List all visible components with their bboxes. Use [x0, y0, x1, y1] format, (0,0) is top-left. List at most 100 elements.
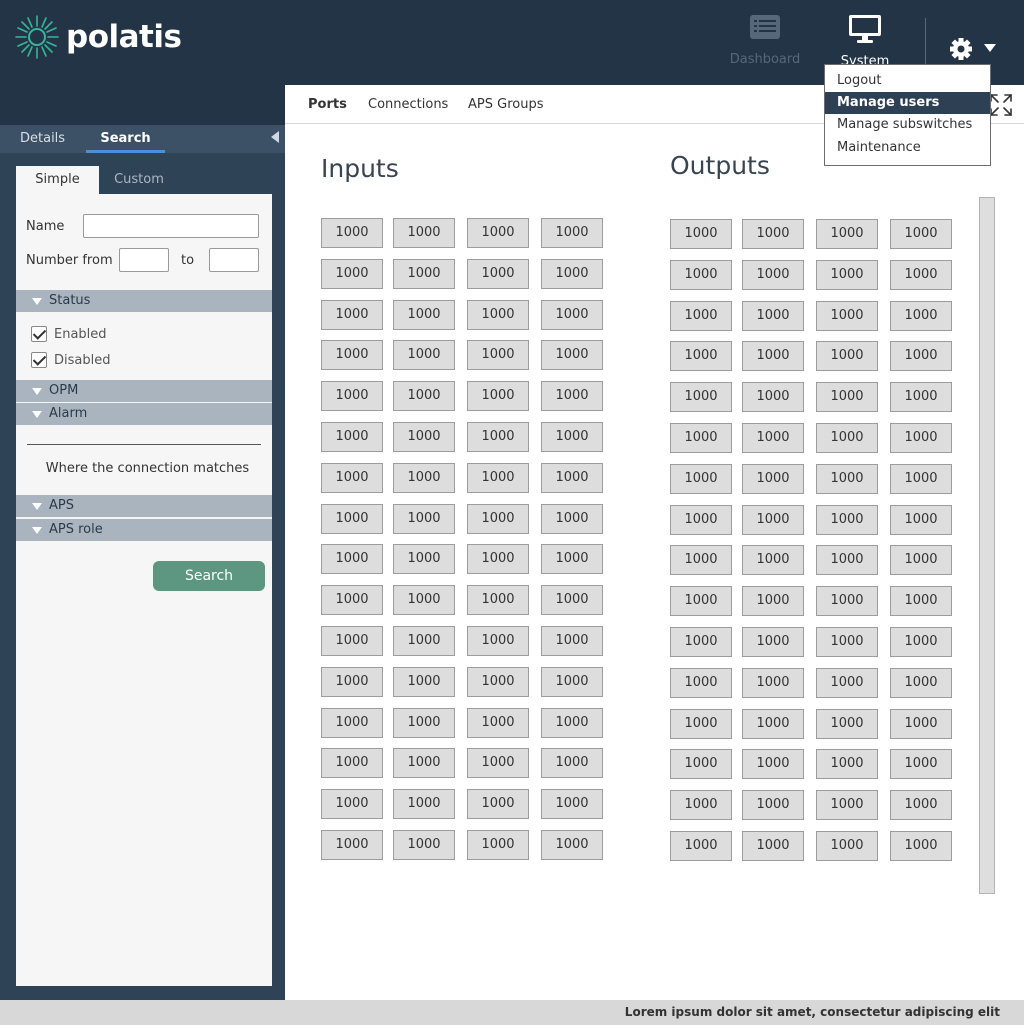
input-port-button[interactable]: 1000 — [321, 667, 383, 697]
output-port-button[interactable]: 1000 — [816, 586, 878, 616]
input-port-button[interactable]: 1000 — [321, 218, 383, 248]
logo[interactable]: polatis — [14, 14, 182, 60]
output-port-button[interactable]: 1000 — [742, 423, 804, 453]
output-port-button[interactable]: 1000 — [890, 464, 952, 494]
input-port-button[interactable]: 1000 — [467, 218, 529, 248]
output-port-button[interactable]: 1000 — [816, 790, 878, 820]
input-port-button[interactable]: 1000 — [541, 259, 603, 289]
input-port-button[interactable]: 1000 — [321, 544, 383, 574]
settings-menu-button[interactable] — [948, 38, 1000, 60]
input-port-button[interactable]: 1000 — [467, 544, 529, 574]
input-port-button[interactable]: 1000 — [393, 381, 455, 411]
output-port-button[interactable]: 1000 — [742, 382, 804, 412]
input-port-button[interactable]: 1000 — [393, 667, 455, 697]
output-port-button[interactable]: 1000 — [890, 423, 952, 453]
output-port-button[interactable]: 1000 — [742, 545, 804, 575]
output-port-button[interactable]: 1000 — [816, 341, 878, 371]
output-port-button[interactable]: 1000 — [890, 545, 952, 575]
input-port-button[interactable]: 1000 — [393, 626, 455, 656]
input-port-button[interactable]: 1000 — [467, 381, 529, 411]
output-port-button[interactable]: 1000 — [742, 219, 804, 249]
nav-system[interactable]: System — [826, 14, 904, 69]
output-port-button[interactable]: 1000 — [890, 260, 952, 290]
status-enabled-option[interactable]: Enabled — [31, 326, 107, 342]
output-port-button[interactable]: 1000 — [742, 341, 804, 371]
scrollbar[interactable] — [979, 197, 995, 894]
menu-item-manage-users[interactable]: Manage users — [825, 92, 990, 114]
fullscreen-icon[interactable] — [989, 93, 1013, 117]
output-port-button[interactable]: 1000 — [816, 301, 878, 331]
input-port-button[interactable]: 1000 — [393, 300, 455, 330]
input-port-button[interactable]: 1000 — [541, 748, 603, 778]
output-port-button[interactable]: 1000 — [742, 831, 804, 861]
output-port-button[interactable]: 1000 — [816, 668, 878, 698]
enabled-checkbox[interactable] — [31, 326, 47, 342]
output-port-button[interactable]: 1000 — [742, 464, 804, 494]
input-port-button[interactable]: 1000 — [541, 830, 603, 860]
output-port-button[interactable]: 1000 — [670, 627, 732, 657]
output-port-button[interactable]: 1000 — [890, 341, 952, 371]
input-port-button[interactable]: 1000 — [321, 300, 383, 330]
input-port-button[interactable]: 1000 — [467, 748, 529, 778]
output-port-button[interactable]: 1000 — [670, 749, 732, 779]
input-port-button[interactable]: 1000 — [393, 422, 455, 452]
input-port-button[interactable]: 1000 — [541, 422, 603, 452]
output-port-button[interactable]: 1000 — [816, 423, 878, 453]
input-port-button[interactable]: 1000 — [321, 504, 383, 534]
output-port-button[interactable]: 1000 — [816, 382, 878, 412]
output-port-button[interactable]: 1000 — [670, 464, 732, 494]
input-port-button[interactable]: 1000 — [467, 626, 529, 656]
input-port-button[interactable]: 1000 — [321, 708, 383, 738]
input-port-button[interactable]: 1000 — [393, 789, 455, 819]
output-port-button[interactable]: 1000 — [670, 831, 732, 861]
input-port-button[interactable]: 1000 — [541, 626, 603, 656]
input-port-button[interactable]: 1000 — [541, 789, 603, 819]
input-port-button[interactable]: 1000 — [541, 381, 603, 411]
tab-search[interactable]: Search — [86, 125, 165, 153]
output-port-button[interactable]: 1000 — [742, 668, 804, 698]
tab-aps-groups[interactable]: APS Groups — [468, 97, 543, 112]
output-port-button[interactable]: 1000 — [890, 505, 952, 535]
output-port-button[interactable]: 1000 — [742, 586, 804, 616]
output-port-button[interactable]: 1000 — [816, 464, 878, 494]
input-port-button[interactable]: 1000 — [541, 544, 603, 574]
output-port-button[interactable]: 1000 — [816, 260, 878, 290]
output-port-button[interactable]: 1000 — [742, 260, 804, 290]
output-port-button[interactable]: 1000 — [816, 831, 878, 861]
input-port-button[interactable]: 1000 — [321, 340, 383, 370]
output-port-button[interactable]: 1000 — [670, 790, 732, 820]
input-port-button[interactable]: 1000 — [321, 259, 383, 289]
input-port-button[interactable]: 1000 — [467, 667, 529, 697]
input-port-button[interactable]: 1000 — [467, 422, 529, 452]
output-port-button[interactable]: 1000 — [670, 709, 732, 739]
output-port-button[interactable]: 1000 — [670, 505, 732, 535]
input-port-button[interactable]: 1000 — [467, 340, 529, 370]
output-port-button[interactable]: 1000 — [890, 627, 952, 657]
output-port-button[interactable]: 1000 — [742, 790, 804, 820]
menu-item-logout[interactable]: Logout — [825, 70, 990, 92]
status-disabled-option[interactable]: Disabled — [31, 352, 110, 368]
output-port-button[interactable]: 1000 — [816, 749, 878, 779]
input-port-button[interactable]: 1000 — [393, 585, 455, 615]
input-port-button[interactable]: 1000 — [541, 667, 603, 697]
output-port-button[interactable]: 1000 — [890, 709, 952, 739]
input-port-button[interactable]: 1000 — [541, 463, 603, 493]
collapse-panel-icon[interactable] — [271, 131, 279, 143]
input-port-button[interactable]: 1000 — [467, 830, 529, 860]
input-port-button[interactable]: 1000 — [467, 708, 529, 738]
output-port-button[interactable]: 1000 — [670, 586, 732, 616]
output-port-button[interactable]: 1000 — [816, 219, 878, 249]
search-button[interactable]: Search — [153, 561, 265, 591]
input-port-button[interactable]: 1000 — [541, 340, 603, 370]
input-port-button[interactable]: 1000 — [541, 585, 603, 615]
input-port-button[interactable]: 1000 — [321, 422, 383, 452]
output-port-button[interactable]: 1000 — [890, 749, 952, 779]
output-port-button[interactable]: 1000 — [670, 423, 732, 453]
input-port-button[interactable]: 1000 — [393, 218, 455, 248]
tab-connections[interactable]: Connections — [368, 97, 448, 112]
input-port-button[interactable]: 1000 — [393, 259, 455, 289]
output-port-button[interactable]: 1000 — [890, 219, 952, 249]
input-port-button[interactable]: 1000 — [321, 830, 383, 860]
input-port-button[interactable]: 1000 — [321, 626, 383, 656]
output-port-button[interactable]: 1000 — [742, 505, 804, 535]
